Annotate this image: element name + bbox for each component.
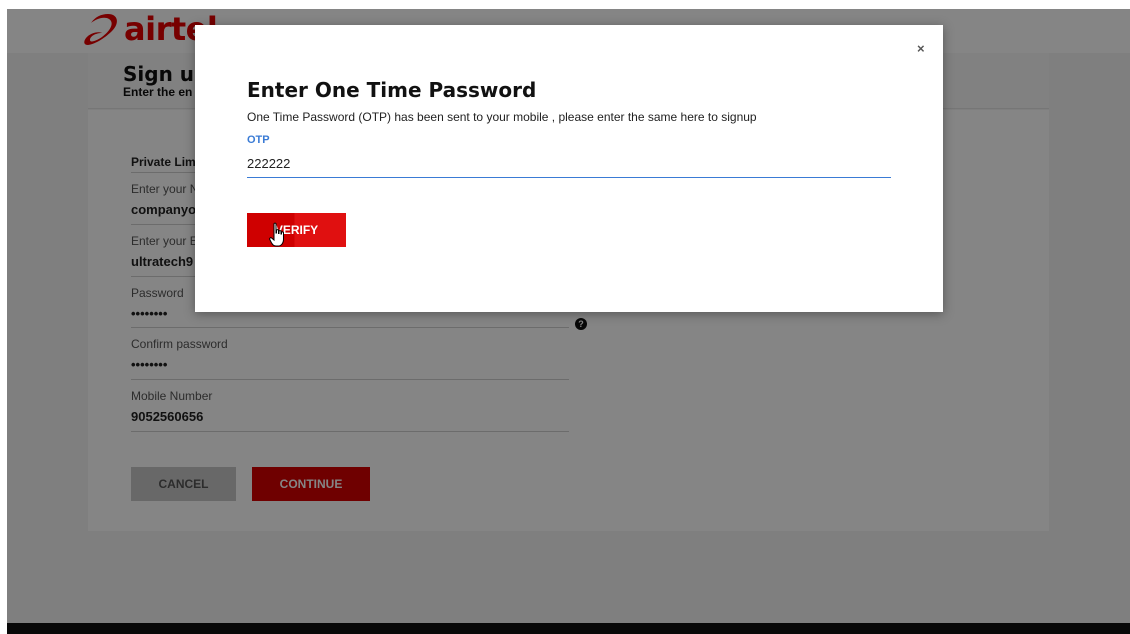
close-icon[interactable]: ×	[917, 41, 925, 56]
otp-input[interactable]	[247, 150, 891, 178]
modal-description: One Time Password (OTP) has been sent to…	[247, 110, 757, 124]
modal-title: Enter One Time Password	[247, 78, 537, 102]
verify-button[interactable]: VERIFY	[247, 213, 346, 247]
otp-label: OTP	[247, 134, 270, 146]
hand-cursor-icon	[269, 222, 284, 247]
